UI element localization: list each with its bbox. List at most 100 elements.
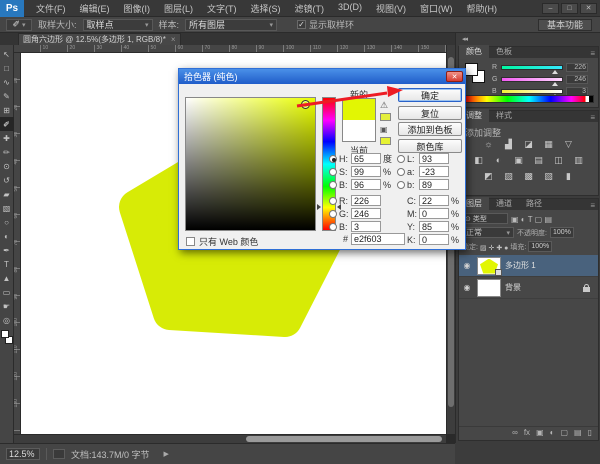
filter-kind-icon[interactable]: ◐: [519, 215, 526, 224]
web-safe-swatch[interactable]: [380, 137, 391, 145]
adjustment-icon[interactable]: ☼: [482, 138, 496, 150]
layer-name[interactable]: 多边形 1: [505, 260, 536, 271]
slider-track[interactable]: [501, 77, 563, 82]
foreground-color-swatch[interactable]: [465, 63, 478, 76]
hand-tool[interactable]: ☛: [0, 299, 14, 313]
layer-filter-dropdown[interactable]: ⊙ 类型: [462, 213, 508, 224]
adjustment-icon[interactable]: ▧: [542, 170, 556, 182]
saturation-brightness-field[interactable]: [185, 97, 316, 231]
path-selection-tool[interactable]: ▲: [0, 271, 14, 285]
adjustment-icon[interactable]: ▥: [572, 154, 586, 166]
zoom-level-input[interactable]: 12.5%: [6, 448, 40, 460]
menu-item[interactable]: 选择(S): [245, 0, 287, 17]
add-to-swatches-button[interactable]: 添加到色板: [398, 122, 462, 136]
slider-thumb[interactable]: [552, 70, 558, 74]
zoom-tool[interactable]: ◎: [0, 313, 14, 327]
panel-menu-icon[interactable]: ≡: [590, 201, 598, 210]
show-sampling-ring-checkbox[interactable]: ✓ 显示取样环: [297, 18, 354, 31]
foreground-color-swatch[interactable]: [1, 330, 9, 338]
rgb-g-radio[interactable]: [329, 210, 337, 218]
adjustment-icon[interactable]: ▣: [512, 154, 526, 166]
menu-item[interactable]: 编辑(E): [74, 0, 116, 17]
tab-styles[interactable]: 样式: [489, 109, 519, 122]
lab-b-radio[interactable]: [397, 181, 405, 189]
layers-footer-icon[interactable]: ▤: [574, 428, 582, 437]
history-brush-tool[interactable]: ↺: [0, 173, 14, 187]
layer-row-background[interactable]: ◉ 背景: [459, 277, 598, 299]
cmyk-c-input[interactable]: [419, 195, 449, 206]
color-field-marker[interactable]: [301, 100, 310, 109]
tab-channels[interactable]: 通道: [489, 197, 519, 210]
menu-item[interactable]: 3D(D): [332, 0, 368, 17]
web-colors-only-checkbox[interactable]: 只有 Web 颜色: [186, 235, 258, 248]
hsb-s-radio[interactable]: [329, 168, 337, 176]
sample-layers-dropdown[interactable]: 所有图层 ▾: [185, 19, 277, 31]
cmyk-k-input[interactable]: [419, 234, 449, 245]
lasso-tool[interactable]: ∿: [0, 75, 14, 89]
filter-kind-icon[interactable]: ▤: [542, 215, 552, 224]
healing-brush-tool[interactable]: ✚: [0, 131, 14, 145]
layers-footer-icon[interactable]: fx: [524, 428, 530, 437]
adjustment-icon[interactable]: ▨: [502, 170, 516, 182]
hsb-b-input[interactable]: [351, 179, 381, 190]
panel-menu-icon[interactable]: ≡: [590, 113, 598, 122]
minimize-button[interactable]: –: [542, 3, 559, 14]
adjustment-icon[interactable]: ◫: [552, 154, 566, 166]
color-slider-r[interactable]: R226: [492, 62, 588, 72]
slider-track[interactable]: [501, 65, 563, 70]
visibility-eye-icon[interactable]: ◉: [461, 261, 473, 270]
cmyk-m-input[interactable]: [419, 208, 449, 219]
adjustment-icon[interactable]: ▩: [522, 170, 536, 182]
lab-a-input[interactable]: [419, 166, 449, 177]
eraser-tool[interactable]: ▰: [0, 187, 14, 201]
shape-tool[interactable]: ▭: [0, 285, 14, 299]
maximize-button[interactable]: □: [561, 3, 578, 14]
eyedropper-tool[interactable]: ✐: [0, 117, 14, 131]
crop-tool[interactable]: ⊞: [0, 103, 14, 117]
adjustment-icon[interactable]: ◧: [472, 154, 486, 166]
visibility-eye-icon[interactable]: ◉: [461, 283, 473, 292]
slider-value[interactable]: 246: [566, 75, 588, 84]
hsb-h-input[interactable]: [351, 153, 381, 164]
hsb-s-input[interactable]: [351, 166, 381, 177]
filter-kind-icon[interactable]: ▢: [532, 215, 542, 224]
color-slider-g[interactable]: G246: [492, 74, 588, 84]
filter-kind-icon[interactable]: ▣: [511, 215, 519, 224]
dodge-tool[interactable]: ◐: [0, 229, 14, 243]
rgb-b-radio[interactable]: [329, 223, 337, 231]
adjustment-icon[interactable]: ▽: [562, 138, 576, 150]
adjustment-icon[interactable]: ▟: [502, 138, 516, 150]
hsb-h-radio[interactable]: [329, 155, 337, 163]
menu-item[interactable]: 滤镜(T): [289, 0, 331, 17]
lock-toggle-icon[interactable]: ▨: [480, 245, 489, 252]
rgb-r-input[interactable]: [351, 195, 381, 206]
foreground-background-swatches[interactable]: [1, 330, 13, 344]
lock-toggle-icon[interactable]: ●: [504, 245, 508, 252]
lab-b-input[interactable]: [419, 179, 449, 190]
hsb-b-radio[interactable]: [329, 181, 337, 189]
gamut-warning-icon[interactable]: ⚠: [380, 100, 388, 111]
brush-tool[interactable]: ✏: [0, 145, 14, 159]
lab-a-radio[interactable]: [397, 168, 405, 176]
lock-toggle-icon[interactable]: ✚: [496, 245, 504, 252]
panel-fg-bg-swatches[interactable]: [465, 63, 485, 83]
slider-track[interactable]: [501, 89, 563, 94]
color-libraries-button[interactable]: 颜色库: [398, 139, 462, 153]
lab-l-input[interactable]: [419, 153, 449, 164]
status-menu-arrow-icon[interactable]: ▶: [164, 450, 169, 458]
rgb-r-radio[interactable]: [329, 197, 337, 205]
gradient-tool[interactable]: ▧: [0, 201, 14, 215]
tab-paths[interactable]: 路径: [519, 197, 549, 210]
adjustment-icon[interactable]: ▤: [532, 154, 546, 166]
move-tool[interactable]: ↖: [0, 47, 14, 61]
scrollbar-thumb[interactable]: [246, 436, 442, 442]
adjustment-icon[interactable]: ▦: [542, 138, 556, 150]
tool-preset-dropdown[interactable]: ✐ ▾: [6, 19, 32, 31]
gamut-closest-swatch[interactable]: [380, 113, 391, 121]
opacity-value[interactable]: 100%: [550, 227, 574, 238]
cmyk-y-input[interactable]: [419, 221, 449, 232]
menu-item[interactable]: 文件(F): [30, 0, 72, 17]
rgb-b-input[interactable]: [351, 221, 381, 232]
adjustment-icon[interactable]: ◐: [492, 154, 506, 166]
slider-thumb[interactable]: [552, 82, 558, 86]
